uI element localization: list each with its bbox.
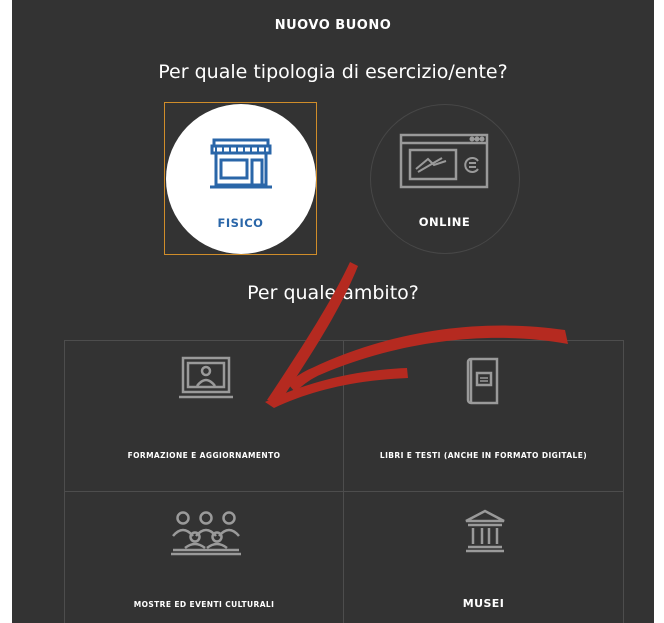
type-option-online[interactable]: ONLINE — [368, 102, 521, 255]
category-label-musei: MUSEI — [462, 597, 505, 610]
online-payment-icon — [398, 132, 490, 194]
type-label-fisico: FISICO — [217, 216, 264, 230]
audience-icon — [169, 508, 243, 560]
category-label-formazione: FORMAZIONE E AGGIORNAMENTO — [127, 451, 281, 460]
new-voucher-panel: NUOVO BUONO Per quale tipologia di eserc… — [12, 0, 654, 623]
museum-icon — [463, 508, 507, 558]
category-libri[interactable]: LIBRI E TESTI (ANCHE IN FORMATO DIGITALE… — [343, 340, 624, 492]
shop-icon — [208, 136, 274, 196]
type-question: Per quale tipologia di esercizio/ente? — [158, 61, 508, 83]
page-title: NUOVO BUONO — [274, 18, 392, 33]
category-label-libri: LIBRI E TESTI (ANCHE IN FORMATO DIGITALE… — [379, 451, 588, 460]
scope-question: Per quale ambito? — [247, 282, 419, 304]
category-musei[interactable]: MUSEI — [343, 491, 624, 623]
video-lesson-icon — [177, 355, 235, 409]
type-option-fisico[interactable]: FISICO — [164, 102, 317, 255]
category-label-mostre: MOSTRE ED EVENTI CULTURALI — [133, 600, 275, 609]
type-label-online: ONLINE — [418, 215, 471, 229]
category-mostre[interactable]: MOSTRE ED EVENTI CULTURALI — [64, 491, 344, 623]
category-grid: FORMAZIONE E AGGIORNAMENTO LIBRI E TESTI… — [64, 340, 624, 623]
book-icon — [459, 355, 509, 411]
category-formazione[interactable]: FORMAZIONE E AGGIORNAMENTO — [64, 340, 344, 492]
